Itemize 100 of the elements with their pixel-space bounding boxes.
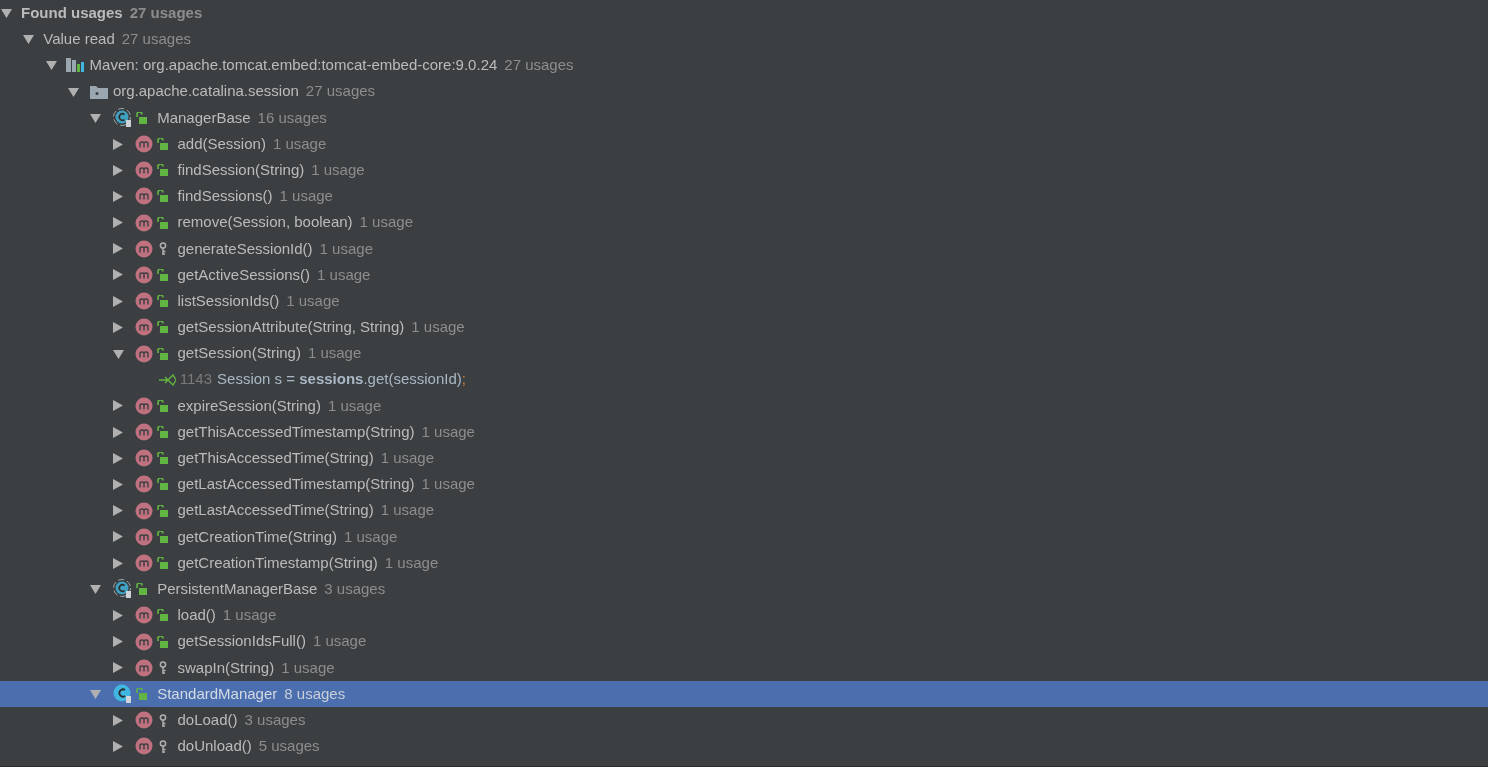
method-icon [134, 265, 153, 284]
tree-row[interactable]: expireSession(String) 1 usage [0, 392, 1488, 419]
tree-row[interactable]: swapIn(String) 1 usage [0, 654, 1488, 681]
collapse-arrow-icon[interactable] [90, 112, 102, 123]
collapse-arrow-icon[interactable] [112, 348, 124, 359]
method-icon [134, 606, 153, 625]
method-icon [134, 396, 153, 415]
node-label: doUnload() [177, 736, 252, 757]
method-icon [134, 554, 153, 573]
selected-tree-row[interactable]: StandardManager 8 usages [0, 680, 1488, 708]
tree-row[interactable]: getThisAccessedTimestamp(String) 1 usage [0, 419, 1488, 446]
open-lock-icon [157, 399, 168, 412]
expand-arrow-icon[interactable] [112, 531, 123, 543]
node-label: getSession(String) [177, 343, 301, 364]
node-label: getLastAccessedTimestamp(String) [177, 474, 415, 495]
collapse-arrow-icon[interactable] [90, 584, 102, 595]
key-icon [158, 713, 167, 727]
usage-count: 8 usages [284, 683, 346, 704]
usage-count: 3 usages [244, 709, 306, 730]
tree-row[interactable]: org.apache.catalina.session 27 usages [0, 78, 1488, 105]
usage-count: 5 usages [258, 736, 320, 757]
tree-row[interactable]: findSessions() 1 usage [0, 183, 1488, 210]
expand-arrow-icon[interactable] [112, 609, 123, 621]
collapse-arrow-icon[interactable] [45, 60, 57, 71]
collapse-arrow-icon[interactable] [1, 8, 12, 19]
tree-row[interactable]: Maven: org.apache.tomcat.embed:tomcat-embed-core:9.0.24 27 usages [0, 52, 1488, 79]
usage-count: 1 usage [311, 159, 365, 180]
tree-row[interactable]: getThisAccessedTime(String) 1 usage [0, 445, 1488, 472]
collapse-arrow-icon[interactable] [67, 86, 79, 97]
method-icon [134, 213, 153, 232]
expand-arrow-icon[interactable] [112, 164, 123, 176]
method-icon [134, 239, 153, 258]
expand-arrow-icon[interactable] [112, 217, 123, 229]
expand-arrow-icon[interactable] [112, 505, 123, 517]
node-label: expireSession(String) [177, 395, 321, 416]
tree-row[interactable]: getCreationTimestamp(String) 1 usage [0, 549, 1488, 577]
expand-arrow-icon[interactable] [112, 269, 123, 281]
tree-row[interactable]: getSession(String) 1 usage [0, 340, 1488, 367]
tree-row[interactable]: 1143 Session s = sessions.get(sessionId); [0, 366, 1488, 393]
expand-arrow-icon[interactable] [112, 138, 123, 150]
code-semicolon: ; [461, 369, 466, 390]
tree-row[interactable]: getLastAccessedTime(String) 1 usage [0, 497, 1488, 524]
tree-row[interactable]: getSessionAttribute(String, String) 1 usage [0, 314, 1488, 341]
tree-row[interactable]: doLoad() 3 usages [0, 707, 1488, 734]
node-label: Maven: org.apache.tomcat.embed:tomcat-embed-core:9.0.24 [89, 55, 498, 76]
expand-arrow-icon[interactable] [112, 190, 123, 202]
node-label: Found usages [21, 2, 123, 23]
open-lock-icon [157, 347, 168, 360]
expand-arrow-icon[interactable] [112, 478, 123, 490]
tree-row[interactable]: remove(Session, boolean) 1 usage [0, 209, 1488, 236]
tree-row[interactable]: getActiveSessions() 1 usage [0, 261, 1488, 289]
expand-arrow-icon[interactable] [112, 714, 123, 726]
tree-row[interactable]: add(Session) 1 usage [0, 130, 1488, 158]
node-label: getCreationTimestamp(String) [177, 552, 378, 573]
method-icon [134, 423, 153, 442]
tree-row[interactable]: Value read 27 usages [0, 26, 1488, 53]
expand-arrow-icon[interactable] [112, 662, 123, 674]
tree-row[interactable]: doUnload() 5 usages [0, 733, 1488, 760]
node-label: getActiveSessions() [177, 264, 311, 285]
usage-count: 1 usage [411, 317, 465, 338]
library-icon [65, 57, 86, 74]
expand-arrow-icon[interactable] [112, 740, 123, 752]
tree-row[interactable]: getLastAccessedTimestamp(String) 1 usage [0, 471, 1488, 498]
node-label: listSessionIds() [177, 290, 280, 311]
expand-arrow-icon[interactable] [112, 452, 123, 464]
open-lock-icon [157, 321, 168, 334]
open-lock-icon [157, 452, 168, 465]
expand-arrow-icon[interactable] [112, 321, 123, 333]
tree-row[interactable]: getSessionIdsFull() 1 usage [0, 628, 1488, 655]
tree-row[interactable]: findSession(String) 1 usage [0, 157, 1488, 184]
expand-arrow-icon[interactable] [112, 243, 123, 255]
usage-count: 1 usage [384, 552, 439, 573]
expand-arrow-icon[interactable] [112, 400, 123, 412]
open-lock-icon [157, 295, 168, 308]
tree-row[interactable]: listSessionIds() 1 usage [0, 288, 1488, 315]
usage-count: 1 usage [281, 657, 335, 678]
expand-arrow-icon[interactable] [112, 426, 123, 438]
expand-arrow-icon[interactable] [112, 636, 123, 648]
tree-row[interactable]: PersistentManagerBase 3 usages [0, 576, 1488, 603]
expand-arrow-icon[interactable] [112, 295, 123, 307]
usage-count: 27 usages [504, 55, 574, 76]
tree-row[interactable]: ManagerBase 16 usages [0, 104, 1488, 131]
open-lock-icon [136, 111, 148, 124]
open-lock-icon [157, 268, 168, 281]
node-label: getSessionAttribute(String, String) [177, 317, 405, 338]
method-icon [134, 501, 153, 520]
tree-row[interactable]: getCreationTime(String) 1 usage [0, 523, 1488, 550]
tree-row[interactable]: load() 1 usage [0, 602, 1488, 629]
method-icon [134, 318, 153, 337]
tree-row[interactable]: generateSessionId() 1 usage [0, 235, 1488, 262]
open-lock-icon [157, 635, 168, 648]
open-lock-icon [157, 190, 168, 203]
open-lock-icon [157, 557, 168, 570]
expand-arrow-icon[interactable] [112, 557, 123, 569]
usage-count: 1 usage [279, 186, 333, 207]
node-label: getLastAccessedTime(String) [177, 500, 374, 521]
tree-row[interactable]: Found usages 27 usages [0, 0, 1488, 27]
method-icon [134, 344, 153, 363]
collapse-arrow-icon[interactable] [23, 34, 35, 45]
node-label: swapIn(String) [177, 657, 275, 678]
